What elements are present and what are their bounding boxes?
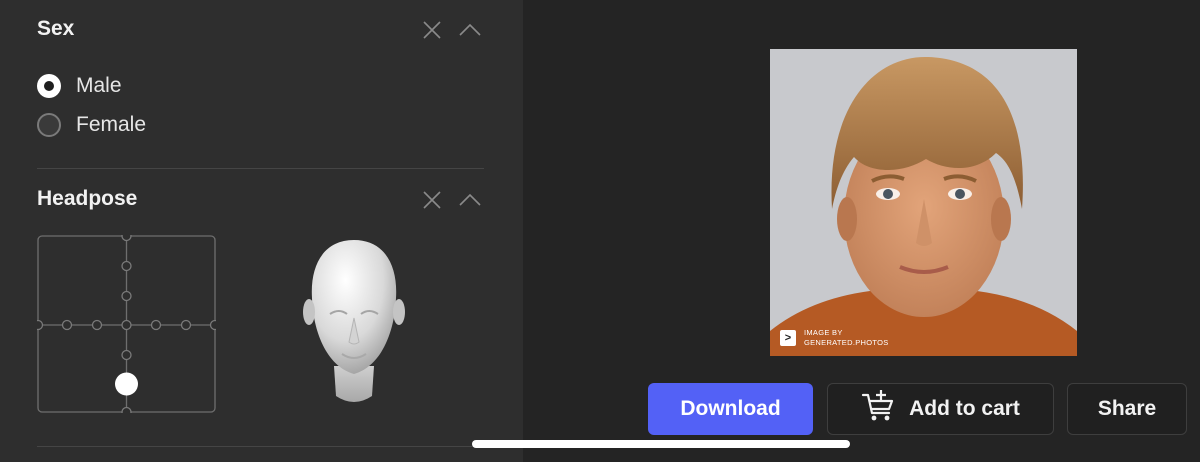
headpose-handle[interactable] — [115, 372, 138, 396]
female-label: Female — [76, 113, 147, 136]
download-button-label: Download — [680, 397, 781, 420]
download-button[interactable]: Download — [648, 383, 813, 435]
add-to-cart-button[interactable]: Add to cart — [827, 383, 1054, 435]
section-divider — [37, 168, 484, 169]
add-to-cart-label: Add to cart — [909, 397, 1020, 420]
clear-sex-close-icon[interactable] — [420, 18, 444, 42]
watermark-line-2: GENERATED.PHOTOS — [804, 338, 889, 347]
cart-plus-icon — [861, 389, 895, 429]
filter-sidebar: Sex Male Female Headpose — [0, 0, 523, 462]
watermark: > IMAGE BY GENERATED.PHOTOS — [780, 328, 889, 348]
generated-face-photo: > IMAGE BY GENERATED.PHOTOS — [770, 49, 1077, 356]
clear-headpose-close-icon[interactable] — [420, 188, 444, 212]
male-label: Male — [76, 74, 122, 97]
generated-photos-logo-icon: > — [780, 330, 796, 346]
sex-section-title: Sex — [37, 17, 75, 40]
male-radio[interactable] — [37, 74, 61, 98]
watermark-line-1: IMAGE BY — [804, 328, 843, 337]
share-button[interactable]: Share — [1067, 383, 1187, 435]
section-divider — [37, 446, 484, 447]
sex-option-female[interactable]: Female — [37, 111, 146, 139]
home-indicator — [472, 440, 850, 448]
collapse-sex-chevron-up-icon[interactable] — [458, 18, 482, 42]
headpose-section-title: Headpose — [37, 187, 138, 210]
collapse-headpose-chevron-up-icon[interactable] — [458, 188, 482, 212]
share-button-label: Share — [1097, 397, 1157, 420]
head-3d-model-preview — [296, 238, 412, 410]
sex-option-male[interactable]: Male — [37, 72, 122, 100]
female-radio[interactable] — [37, 113, 61, 137]
headpose-grid[interactable] — [32, 230, 221, 418]
